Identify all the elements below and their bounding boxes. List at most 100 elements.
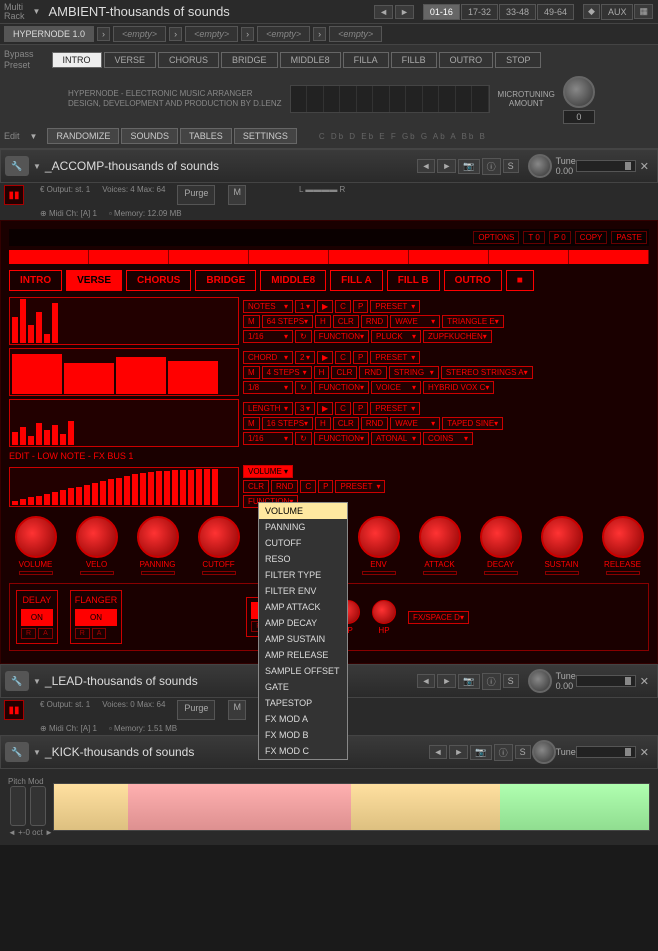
seq3-c[interactable]: C <box>335 402 351 415</box>
seq1-play-icon[interactable]: ▶ <box>317 300 333 313</box>
rack-title[interactable]: AMBIENT-thousands of sounds <box>40 2 373 21</box>
panning-knob[interactable] <box>137 516 179 558</box>
mute-button[interactable]: M <box>228 185 246 205</box>
dd-amp-decay[interactable]: AMP DECAY <box>259 615 347 631</box>
inst2-prev[interactable]: ◄ <box>417 674 436 688</box>
solo-button[interactable]: S <box>503 159 519 173</box>
hp-knob[interactable] <box>372 600 396 624</box>
seq1-m[interactable]: M <box>243 315 260 328</box>
tune-knob-3[interactable] <box>532 740 556 764</box>
info-icon[interactable]: ⓘ <box>482 158 501 175</box>
expand-icon-2[interactable]: ▼ <box>33 677 41 686</box>
seq1-c[interactable]: C <box>335 300 351 313</box>
volume-slider-2[interactable] <box>576 675 636 687</box>
tune-knob-1[interactable] <box>528 154 552 178</box>
tab-empty-1[interactable]: <empty> <box>113 26 166 42</box>
volume-val[interactable] <box>19 571 53 575</box>
amount-value[interactable]: 0 <box>563 110 595 124</box>
settings-button[interactable]: SETTINGS <box>234 128 297 144</box>
seq1-pluck[interactable]: PLUCK▾ <box>371 330 421 343</box>
sustain-val[interactable] <box>545 571 579 575</box>
seq1-rnd[interactable]: RND <box>361 315 388 328</box>
env-knob[interactable] <box>358 516 400 558</box>
attack-knob[interactable] <box>419 516 461 558</box>
tab-empty-3[interactable]: <empty> <box>257 26 310 42</box>
seq1-num[interactable]: 1▾ <box>295 300 315 313</box>
seq2-play-icon[interactable]: ▶ <box>317 351 333 364</box>
seq1-h[interactable]: H <box>315 315 331 328</box>
tab-empty-4[interactable]: <empty> <box>329 26 382 42</box>
close-instrument-1[interactable]: ✕ <box>636 160 653 173</box>
sounds-button[interactable]: SOUNDS <box>121 128 178 144</box>
seq2-div[interactable]: 1/8▾ <box>243 381 293 394</box>
seq3-atonal[interactable]: ATONAL▾ <box>371 432 421 445</box>
expand-icon-3[interactable]: ▼ <box>33 748 41 757</box>
seq3-clr[interactable]: CLR <box>333 417 359 430</box>
release-knob[interactable] <box>602 516 644 558</box>
tab-nav-2[interactable]: › <box>169 27 182 41</box>
purge-button-2[interactable]: Purge <box>177 700 215 720</box>
amount-knob[interactable] <box>563 76 595 108</box>
cutoff-knob[interactable] <box>198 516 240 558</box>
snapshot-icon-2[interactable]: 📷 <box>458 674 479 689</box>
diamond-icon[interactable]: ◆ <box>583 4 600 19</box>
edit-rnd[interactable]: RND <box>271 480 298 493</box>
red-outro[interactable]: OUTRO <box>444 270 502 291</box>
chorus-button[interactable]: CHORUS <box>158 52 219 68</box>
snapshot-icon[interactable]: 📷 <box>458 159 479 174</box>
seq2-c[interactable]: C <box>335 351 351 364</box>
seq2-loop-icon[interactable]: ↻ <box>295 381 312 394</box>
kontakt-icon[interactable]: ▦ <box>634 4 653 19</box>
next-button[interactable]: ► <box>395 5 414 19</box>
seq3-steps[interactable]: 16 STEPS▾ <box>262 417 313 430</box>
seq1-triangle[interactable]: TRIANGLE E▾ <box>442 315 504 328</box>
seq2-clr[interactable]: CLR <box>331 366 357 379</box>
seq3-p[interactable]: P <box>353 402 368 415</box>
tune-value-2[interactable]: 0.00 <box>556 681 576 691</box>
seq2-preset[interactable]: PRESET▾ <box>370 351 420 364</box>
microtuning-display[interactable] <box>290 85 490 113</box>
fillb-button[interactable]: FILLB <box>391 52 437 68</box>
edit-seq-display[interactable] <box>9 467 239 507</box>
tab-empty-2[interactable]: <empty> <box>185 26 238 42</box>
seq1-wave[interactable]: WAVE▾ <box>390 315 440 328</box>
seq2-m[interactable]: M <box>243 366 260 379</box>
aux-button[interactable]: AUX <box>601 4 634 20</box>
seq1-zupf[interactable]: ZUPFKUCHEN▾ <box>423 330 492 343</box>
red-intro[interactable]: INTRO <box>9 270 62 291</box>
options-btn[interactable]: OPTIONS <box>473 231 519 244</box>
dd-tapestop[interactable]: TAPESTOP <box>259 695 347 711</box>
seq2-p[interactable]: P <box>353 351 368 364</box>
pitch-wheel[interactable] <box>10 786 26 826</box>
inst2-next[interactable]: ► <box>437 674 456 688</box>
dd-amp-attack[interactable]: AMP ATTACK <box>259 599 347 615</box>
seq1-steps[interactable]: 64 STEPS▾ <box>262 315 313 328</box>
seq3-preset[interactable]: PRESET▾ <box>370 402 420 415</box>
seq2-stereo[interactable]: STEREO STRINGS A▾ <box>441 366 533 379</box>
dd-reso[interactable]: RESO <box>259 551 347 567</box>
expand-icon[interactable]: ▼ <box>33 162 41 171</box>
volume-slider-1[interactable] <box>576 160 636 172</box>
tune-knob-2[interactable] <box>528 669 552 693</box>
dropdown-arrow-icon[interactable]: ▼ <box>33 7 41 16</box>
edit-p[interactable]: P <box>318 480 333 493</box>
seq2-num[interactable]: 2▾ <box>295 351 315 364</box>
seq3-m[interactable]: M <box>243 417 260 430</box>
volume-dropdown-menu[interactable]: VOLUME PANNING CUTOFF RESO FILTER TYPE F… <box>258 502 348 760</box>
cutoff-val[interactable] <box>202 571 236 575</box>
tab-nav-1[interactable]: › <box>97 27 110 41</box>
inst3-prev[interactable]: ◄ <box>429 745 448 759</box>
instrument-1-name[interactable]: _ACCOMP-thousands of sounds <box>41 159 416 173</box>
p-btn[interactable]: P 0 <box>549 231 571 244</box>
seq3-coins[interactable]: COINS▾ <box>423 432 473 445</box>
seq2-rnd[interactable]: RND <box>359 366 386 379</box>
piano-keyboard[interactable] <box>53 783 650 831</box>
seq3-num[interactable]: 3▾ <box>295 402 315 415</box>
seq2-func[interactable]: FUNCTION▾ <box>314 381 369 394</box>
red-verse[interactable]: VERSE <box>66 270 122 291</box>
flanger-on[interactable]: ON <box>75 609 118 626</box>
flanger-a[interactable]: A <box>92 628 107 639</box>
dd-volume[interactable]: VOLUME <box>259 503 347 519</box>
seq1-div[interactable]: 1/16▾ <box>243 330 293 343</box>
instrument-3-name[interactable]: _KICK-thousands of sounds <box>41 745 428 759</box>
